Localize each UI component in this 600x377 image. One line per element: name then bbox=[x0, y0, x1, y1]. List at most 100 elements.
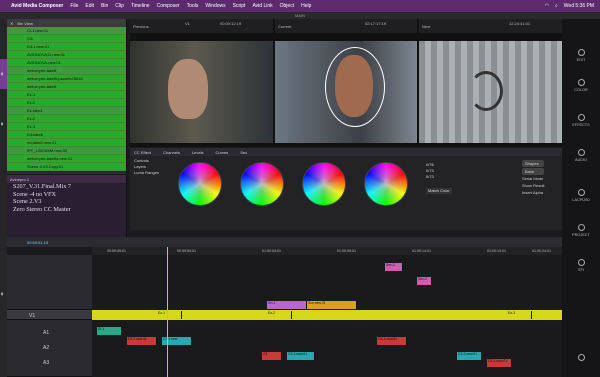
bin-close-icon[interactable]: ✕ bbox=[10, 21, 13, 26]
cc-luma-ranges[interactable]: Luma Ranges bbox=[134, 170, 159, 176]
timeline-clip[interactable]: Sec-2 bbox=[417, 277, 432, 285]
menu-bin[interactable]: Bin bbox=[101, 3, 108, 9]
show-result-option[interactable]: Show Result bbox=[522, 182, 544, 189]
tab-cc-effect[interactable]: CC Effect bbox=[134, 150, 151, 155]
workspace-color[interactable]: COLOR bbox=[562, 79, 600, 92]
base-button[interactable]: Base bbox=[522, 168, 545, 175]
track-a3[interactable]: A3 bbox=[43, 360, 49, 366]
track-a2[interactable]: A2 bbox=[43, 345, 49, 351]
clock[interactable]: Wed 5:36 PM bbox=[564, 3, 594, 9]
workspace-sfi[interactable]: SFI bbox=[562, 259, 600, 272]
menu-object[interactable]: Object bbox=[280, 3, 294, 9]
playhead[interactable] bbox=[167, 247, 168, 377]
bin2-item[interactable]: S207_V.31.Final.Mix 7 bbox=[7, 183, 126, 191]
serial-mode-option[interactable]: Serial Mode bbox=[522, 175, 544, 182]
bin2-tab[interactable]: Avinepro.1 bbox=[10, 177, 29, 182]
bin-clip-row[interactable]: deliverydo-take8s.new.01 bbox=[7, 155, 126, 163]
bin-clip-row[interactable]: Ed-1.new.01 bbox=[7, 43, 126, 51]
workspace-lacpus[interactable]: LACPUS0 bbox=[562, 189, 600, 202]
timeline-clip[interactable]: C3-1.new.01 bbox=[487, 359, 512, 367]
bin-clip-row[interactable]: AVIDNOVA11.new.01 bbox=[7, 51, 126, 59]
track-a1[interactable]: A1 bbox=[43, 330, 49, 336]
timeline-clip[interactable]: Scn.new.01 bbox=[307, 301, 357, 309]
timeline-clip[interactable]: Ez-1 bbox=[157, 311, 182, 319]
midtones-wheel[interactable] bbox=[240, 162, 286, 212]
wifi-icon[interactable]: ◠ bbox=[545, 3, 549, 9]
current-label[interactable]: Current bbox=[278, 24, 291, 29]
bin-clip-row[interactable]: IPT_100C8XM.new.03 bbox=[7, 147, 126, 155]
menu-tools[interactable]: Tools bbox=[187, 3, 199, 9]
color-shape-mask[interactable] bbox=[325, 47, 385, 127]
bin-clip-row[interactable]: Ez-2 bbox=[7, 99, 126, 107]
current-frame[interactable] bbox=[275, 41, 417, 143]
highlights-wheel[interactable] bbox=[302, 162, 348, 212]
timeline-clip[interactable]: C5-2.new.01 bbox=[287, 352, 315, 360]
timeline-ruler[interactable]: 00:59:49:01 00:59:54:01 01:00:04:01 01:0… bbox=[92, 247, 562, 255]
sfi-icon bbox=[577, 259, 585, 266]
bin2-item[interactable]: Scene 2.V3 bbox=[7, 198, 126, 206]
workspace-audio[interactable]: AUDIO bbox=[562, 149, 600, 162]
timeline-clip[interactable]: C6-1.new.01 bbox=[377, 337, 407, 345]
viewer-next-header: Next 12:24:41:01 bbox=[419, 19, 562, 33]
previous-frame[interactable] bbox=[130, 41, 273, 143]
timeline-clip[interactable]: C4 bbox=[262, 352, 282, 360]
settings-icon[interactable] bbox=[562, 354, 600, 363]
next-frame[interactable] bbox=[419, 41, 562, 143]
workspace-project[interactable]: PROJECT bbox=[562, 224, 600, 237]
bin-clip-row[interactable]: deliverydo-take8 bbox=[7, 67, 126, 75]
menu-edit[interactable]: Edit bbox=[85, 3, 94, 9]
timeline-clip[interactable]: El-1 bbox=[97, 327, 122, 335]
timeline-tab-icon[interactable]: ▮ bbox=[0, 279, 7, 309]
next-label[interactable]: Next bbox=[422, 24, 430, 29]
previous-label[interactable]: Previous bbox=[133, 24, 149, 29]
menu-script[interactable]: Script bbox=[233, 3, 246, 9]
bin-clip-row[interactable]: Ed-take8 bbox=[7, 131, 126, 139]
bin-clip-row[interactable]: Scene 4.V3.Copy.01 bbox=[7, 163, 126, 171]
workspace-edit[interactable]: EDIT bbox=[562, 49, 600, 62]
menu-help[interactable]: Help bbox=[301, 3, 311, 9]
bin-clip-row[interactable]: deliverydo-take5 bbox=[7, 83, 126, 91]
master-wheel[interactable] bbox=[364, 162, 410, 212]
match-color-button[interactable]: Match Color bbox=[426, 188, 452, 194]
bin-clip-row[interactable]: Ez-2 bbox=[7, 115, 126, 123]
shadows-wheel[interactable] bbox=[178, 162, 224, 212]
bin-clip-row[interactable]: Cl1 bbox=[7, 35, 126, 43]
timeline-clip[interactable]: Dn-1 bbox=[267, 301, 307, 309]
bin-clip-row[interactable]: ed-take8.new.01 bbox=[7, 139, 126, 147]
menu-avid-link[interactable]: Avid Link bbox=[252, 3, 272, 9]
tab-channels[interactable]: Channels bbox=[163, 150, 180, 155]
tab-curves[interactable]: Curves bbox=[216, 150, 229, 155]
tab-levels[interactable]: Levels bbox=[192, 150, 204, 155]
bin-clip-row[interactable]: AVIDNOVA.new.01 bbox=[7, 59, 126, 67]
menu-composer[interactable]: Composer bbox=[157, 3, 180, 9]
workspace-effects[interactable]: EFFECTS bbox=[562, 114, 600, 127]
bin-tab-icon-2[interactable]: ▮ bbox=[0, 109, 7, 139]
app-name[interactable]: Avid Media Composer bbox=[11, 3, 63, 9]
search-icon[interactable]: ⌕ bbox=[555, 3, 558, 9]
gear-icon bbox=[577, 354, 585, 361]
timeline-clip[interactable]: C3-2.new.01 bbox=[457, 352, 482, 360]
bin-tab-icon[interactable]: ▮ bbox=[0, 59, 7, 89]
menu-clip[interactable]: Clip bbox=[115, 3, 124, 9]
shapes-button[interactable]: Shapes bbox=[522, 160, 545, 167]
bin-clip-row[interactable]: Ez-take1 bbox=[7, 107, 126, 115]
tab-sec[interactable]: Sec bbox=[240, 150, 247, 155]
timeline-clip[interactable]: Sec-1 bbox=[385, 263, 403, 271]
bin-clip-row[interactable]: deliverydo-take8q-assets25618 bbox=[7, 75, 126, 83]
bin-clip-row[interactable]: Ez-3 bbox=[7, 123, 126, 131]
menu-windows[interactable]: Windows bbox=[205, 3, 225, 9]
insert-alpha-option[interactable]: Insert Alpha bbox=[522, 189, 544, 196]
timeline-clip[interactable]: Ez-2 bbox=[267, 311, 292, 319]
bin2-item[interactable]: Zero Stereo CC Master bbox=[7, 206, 126, 214]
timeline-clip[interactable]: E3.2.new.01 bbox=[127, 337, 157, 345]
bin-view-label[interactable]: Bin View bbox=[17, 21, 33, 26]
timeline-timecode[interactable]: 00:59:51:15 bbox=[27, 240, 48, 245]
bin2-item[interactable]: Scene -4 no VFX bbox=[7, 191, 126, 199]
bin-clip-row[interactable]: Cl-1.new.01 bbox=[7, 27, 126, 35]
track-head-v1[interactable]: V1 bbox=[7, 310, 92, 320]
timeline-clip[interactable]: Ez-3 bbox=[507, 311, 532, 319]
tc-left: 00:00:12:19 bbox=[220, 21, 242, 26]
menu-timeline[interactable]: Timeline bbox=[131, 3, 150, 9]
menu-file[interactable]: File bbox=[70, 3, 78, 9]
bin-clip-row[interactable]: Ez-1 bbox=[7, 91, 126, 99]
